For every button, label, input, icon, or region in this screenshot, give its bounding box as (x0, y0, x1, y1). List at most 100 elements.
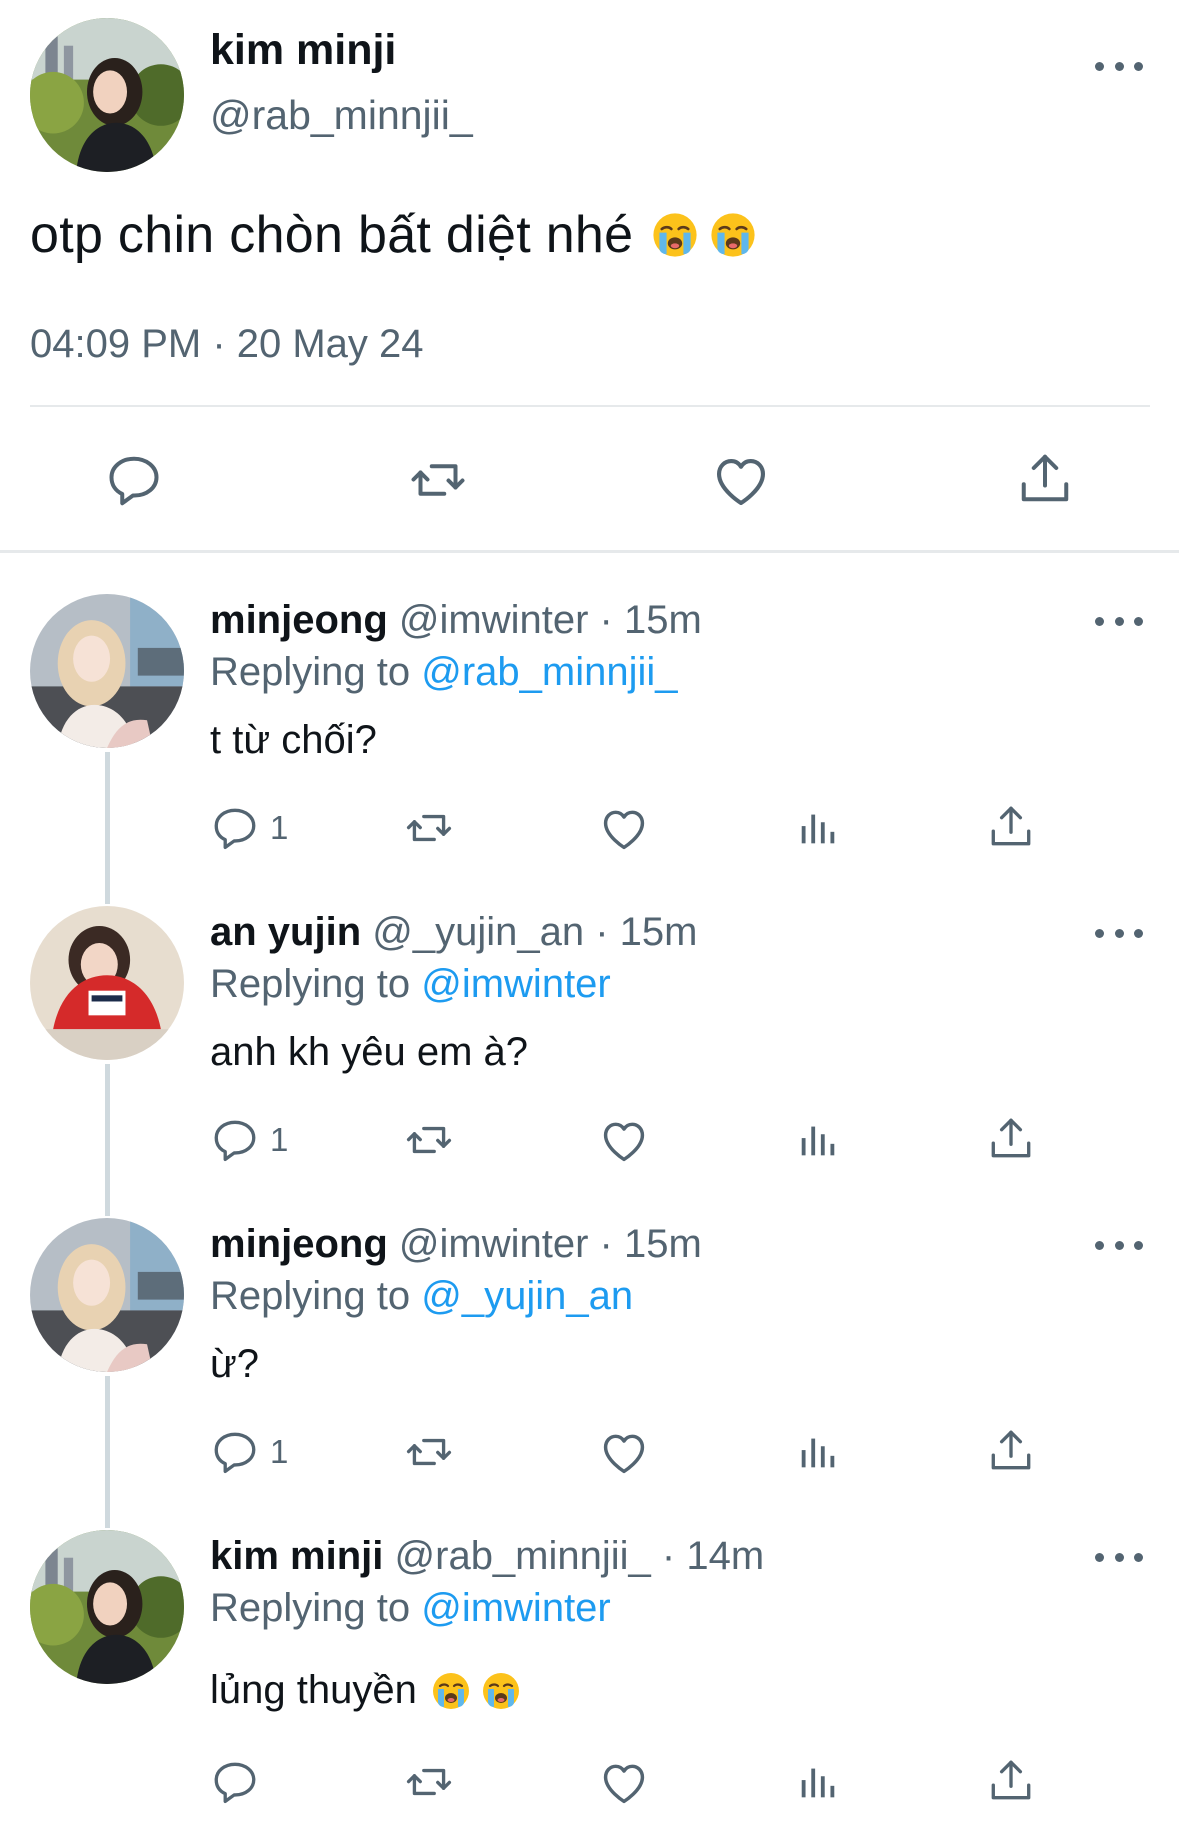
stats-icon (795, 1117, 841, 1163)
more-options-icon[interactable] (1095, 1235, 1143, 1255)
reply-author-name[interactable]: minjeong (210, 1222, 388, 1266)
loudly-crying-face-emoji (431, 1671, 471, 1711)
heart-icon (710, 450, 772, 512)
more-options-icon[interactable] (1095, 1547, 1143, 1567)
like-button[interactable] (710, 450, 772, 512)
like-button[interactable] (598, 1115, 650, 1167)
replying-prefix: Replying to (210, 1274, 422, 1318)
loudly-crying-face-emoji (709, 211, 757, 259)
retweet-icon (403, 450, 473, 510)
replying-to: Replying to @_yujin_an (210, 1274, 633, 1319)
more-options-icon[interactable] (1095, 923, 1143, 943)
view-stats-button[interactable] (795, 805, 841, 851)
reply-icon (210, 1757, 260, 1807)
share-button[interactable] (986, 801, 1036, 851)
reply-author-meta[interactable]: @imwinter · 15m (399, 598, 702, 642)
reply-icon (210, 803, 260, 853)
reply-header: kim minji @rab_minnjii_ · 14m (210, 1534, 764, 1579)
replying-to-mention[interactable]: @rab_minnjii_ (421, 650, 677, 694)
tweet-text-content: otp chin chòn bất diệt nhé (30, 206, 634, 264)
retweet-icon (400, 1757, 458, 1807)
avatar[interactable] (30, 906, 184, 1060)
retweet-button[interactable] (400, 1757, 458, 1807)
share-button[interactable] (986, 1113, 1036, 1163)
heart-icon (598, 1427, 650, 1479)
share-icon (1015, 448, 1075, 508)
share-icon (986, 1425, 1036, 1475)
heart-icon (598, 803, 650, 855)
section-divider (0, 550, 1179, 553)
reply-button[interactable] (210, 1757, 270, 1807)
reply-header: an yujin @_yujin_an · 15m (210, 910, 697, 955)
avatar[interactable] (30, 1530, 184, 1684)
like-button[interactable] (598, 1427, 650, 1479)
stats-icon (795, 1429, 841, 1475)
like-button[interactable] (598, 803, 650, 855)
tweet-timestamp[interactable]: 04:09 PM · 20 May 24 (30, 322, 424, 367)
stats-icon (795, 1759, 841, 1805)
replying-prefix: Replying to (210, 1586, 422, 1630)
reply-text: ừ? (210, 1342, 260, 1386)
divider (30, 405, 1150, 407)
replying-prefix: Replying to (210, 650, 422, 694)
loudly-crying-face-emoji (481, 1671, 521, 1711)
reply-count: 1 (270, 1433, 289, 1470)
replying-to-mention[interactable]: @_yujin_an (421, 1274, 633, 1318)
reply-button[interactable] (104, 450, 164, 510)
view-stats-button[interactable] (795, 1759, 841, 1805)
share-icon (986, 1113, 1036, 1163)
tweet-text: otp chin chòn bất diệt nhé (30, 205, 757, 265)
replying-to-mention[interactable]: @imwinter (421, 1586, 611, 1630)
replying-to: Replying to @imwinter (210, 1586, 611, 1631)
replying-to: Replying to @rab_minnjii_ (210, 650, 678, 695)
reply-button[interactable]: 1 (210, 803, 288, 853)
stats-icon (795, 805, 841, 851)
reply-header: minjeong @imwinter · 15m (210, 1222, 702, 1267)
reply-author-name[interactable]: kim minji (210, 1534, 383, 1578)
more-options-icon[interactable] (1095, 56, 1143, 76)
reply-text-content: lủng thuyền (210, 1668, 417, 1712)
author-handle[interactable]: @rab_minnjii_ (210, 92, 473, 139)
view-stats-button[interactable] (795, 1429, 841, 1475)
reply-author-meta[interactable]: @_yujin_an · 15m (372, 910, 697, 954)
retweet-icon (400, 1427, 458, 1477)
thread-line (105, 752, 110, 904)
reply-author-name[interactable]: minjeong (210, 598, 388, 642)
replying-to-mention[interactable]: @imwinter (421, 962, 611, 1006)
heart-icon (598, 1757, 650, 1809)
avatar[interactable] (30, 18, 184, 172)
reply-count: 1 (270, 809, 289, 846)
reply-author-meta[interactable]: @rab_minnjii_ · 14m (395, 1534, 765, 1578)
more-options-icon[interactable] (1095, 611, 1143, 631)
reply-icon (210, 1427, 260, 1477)
author-name[interactable]: kim minji (210, 26, 396, 75)
retweet-icon (400, 1115, 458, 1165)
reply-header: minjeong @imwinter · 15m (210, 598, 702, 643)
reply-text: lủng thuyền (210, 1668, 521, 1713)
reply-icon (104, 450, 164, 510)
share-button[interactable] (986, 1425, 1036, 1475)
retweet-button[interactable] (400, 1115, 458, 1165)
reply-author-name[interactable]: an yujin (210, 910, 361, 954)
reply-text: t từ chối? (210, 718, 377, 762)
reply-author-meta[interactable]: @imwinter · 15m (399, 1222, 702, 1266)
replying-prefix: Replying to (210, 962, 422, 1006)
reply-button[interactable]: 1 (210, 1427, 288, 1477)
like-button[interactable] (598, 1757, 650, 1809)
loudly-crying-face-emoji (651, 211, 699, 259)
share-button[interactable] (986, 1755, 1036, 1805)
view-stats-button[interactable] (795, 1117, 841, 1163)
retweet-button[interactable] (400, 1427, 458, 1477)
reply-count: 1 (270, 1121, 289, 1158)
retweet-button[interactable] (403, 450, 473, 510)
retweet-button[interactable] (400, 803, 458, 853)
reply-button[interactable]: 1 (210, 1115, 288, 1165)
thread-line (105, 1064, 110, 1216)
share-button[interactable] (1015, 448, 1075, 508)
replying-to: Replying to @imwinter (210, 962, 611, 1007)
avatar[interactable] (30, 1218, 184, 1372)
reply-icon (210, 1115, 260, 1165)
retweet-icon (400, 803, 458, 853)
avatar[interactable] (30, 594, 184, 748)
heart-icon (598, 1115, 650, 1167)
